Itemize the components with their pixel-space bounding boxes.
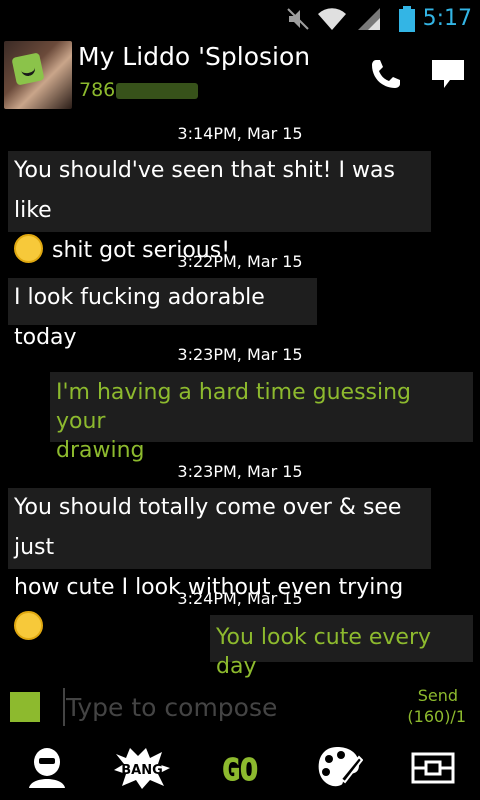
go-button[interactable]: GO [210, 744, 270, 792]
message-timestamp: 3:23PM, Mar 15 [177, 462, 303, 481]
smiling-blush-emoji-icon [14, 611, 43, 640]
contact-name: My Liddo 'Splosion [78, 42, 311, 71]
wifi-icon [318, 8, 346, 30]
redacted-number [116, 83, 198, 99]
character-count: (160)/1 [407, 707, 466, 726]
avatar-badge-icon [11, 52, 45, 86]
message-text: You look cute every day [216, 625, 432, 679]
contact-icon [29, 748, 65, 788]
message-bubble-incoming[interactable]: I look fucking adorable today [8, 278, 317, 350]
ticket-icon [411, 752, 455, 784]
attach-square-icon[interactable] [10, 692, 40, 722]
mute-icon [287, 8, 309, 30]
contact-button[interactable] [17, 744, 77, 792]
contact-number: 786 [79, 79, 116, 101]
conversation-header: My Liddo 'Splosion 786 [0, 38, 480, 112]
palette-icon [318, 747, 363, 787]
signal-icon [358, 8, 380, 30]
send-button[interactable]: Send [418, 686, 458, 705]
message-timestamp: 3:24PM, Mar 15 [177, 589, 303, 608]
bottom-toolbar: BANG GO [0, 736, 480, 800]
message-text-line2: drawing [56, 438, 145, 463]
message-text: You should totally come over & see just [14, 495, 402, 560]
text-cursor [63, 688, 65, 726]
go-icon: GO [221, 753, 258, 789]
status-bar: 5:17 [0, 0, 480, 38]
message-bubble-outgoing[interactable]: You look cute every day [210, 615, 473, 679]
message-timestamp: 3:14PM, Mar 15 [177, 124, 303, 143]
message-bubble-outgoing[interactable]: I'm having a hard time guessing your dra… [50, 372, 473, 463]
ticket-button[interactable] [403, 744, 463, 792]
message-text: You should've seen that shit! I was like [14, 158, 395, 223]
status-time: 5:17 [422, 6, 472, 31]
compose-bar: Send (160)/1 [0, 680, 480, 736]
avatar[interactable] [4, 41, 72, 109]
battery-icon [399, 6, 415, 32]
compose-input[interactable] [66, 688, 366, 726]
bang-icon: BANG [114, 748, 170, 789]
message-text: I'm having a hard time guessing your [56, 380, 412, 434]
message-bubble-incoming[interactable]: You should totally come over & see just … [8, 488, 431, 640]
message-timestamp: 3:23PM, Mar 15 [177, 345, 303, 364]
bang-button[interactable]: BANG [112, 744, 172, 792]
call-icon[interactable] [368, 56, 404, 92]
message-icon[interactable] [430, 56, 466, 92]
message-bubble-incoming[interactable]: You should've seen that shit! I was like… [8, 151, 431, 263]
theme-button[interactable] [309, 744, 369, 792]
svg-text:BANG: BANG [121, 763, 163, 778]
message-timestamp: 3:22PM, Mar 15 [177, 252, 303, 271]
svg-text:GO: GO [222, 753, 258, 788]
